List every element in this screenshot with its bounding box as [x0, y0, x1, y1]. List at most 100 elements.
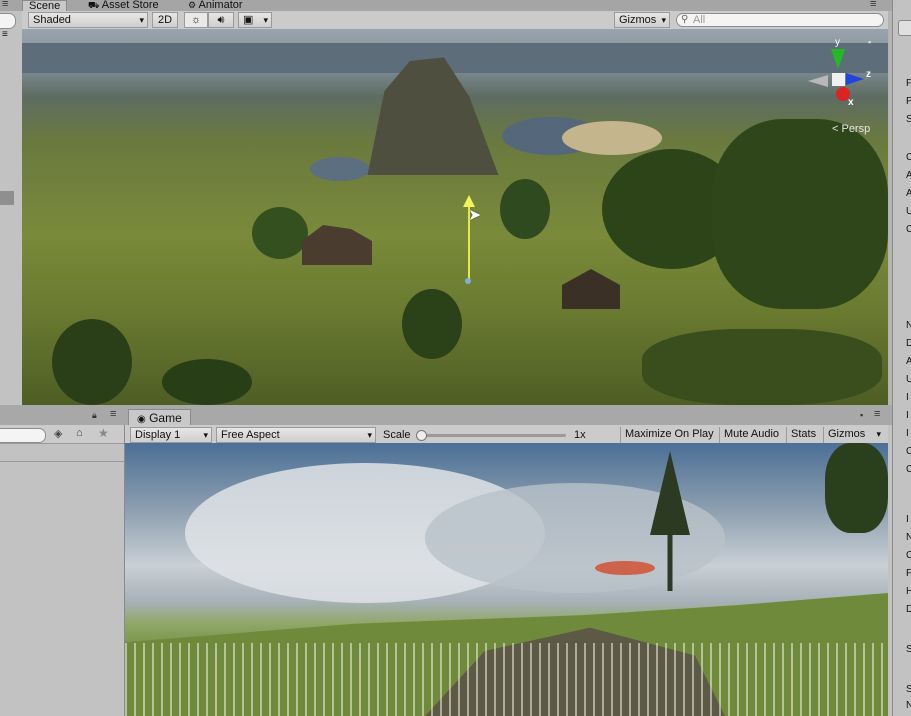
inspector-label-fragment: U	[906, 374, 911, 385]
gizmo-center-cube[interactable]	[832, 73, 845, 86]
game-controller-icon: ◉	[137, 414, 146, 425]
project-menu-icon[interactable]: ≡	[110, 408, 116, 420]
game-viewport[interactable]	[125, 443, 888, 716]
aspect-dropdown[interactable]: Free Aspect	[216, 427, 376, 443]
gizmo-x-label: x	[848, 97, 854, 108]
inspector-label-fragment: I	[906, 428, 909, 439]
hierarchy-panel-edge: ≡	[0, 11, 23, 405]
inspector-label-fragment: H	[906, 586, 911, 597]
audio-toggle[interactable]: 🔊︎	[208, 12, 234, 28]
inspector-label-fragment: P	[906, 96, 911, 107]
asset-store-tab-label: Asset Store	[101, 0, 159, 11]
gizmo-z-cone[interactable]	[846, 73, 864, 85]
search-icon: ⚲	[681, 14, 689, 25]
scene-house	[562, 269, 620, 309]
inspector-label-fragment: S	[906, 644, 911, 655]
inspector-label-fragment: U	[906, 206, 911, 217]
inspector-label-fragment: C	[906, 152, 911, 163]
gizmo-persp-label[interactable]: < Persp	[832, 123, 870, 135]
scene-tree	[712, 119, 888, 309]
mode-2d-toggle[interactable]: 2D	[152, 12, 178, 28]
inspector-label-fragment: I	[906, 514, 909, 525]
filter-by-label-icon[interactable]: ⌂	[76, 427, 83, 439]
scene-scrollbar[interactable]	[888, 11, 892, 405]
scene-pond-left	[310, 157, 370, 181]
project-panel: ◈ ⌂ ★	[0, 425, 125, 716]
shading-mode-dropdown[interactable]: Shaded	[28, 12, 148, 28]
scene-gizmos-label: Gizmos	[619, 14, 657, 26]
scene-tree	[402, 289, 462, 359]
inspector-label-fragment: I	[906, 410, 909, 421]
inspector-label-fragment: A	[906, 356, 911, 367]
animator-tab-label: Animator	[198, 0, 243, 11]
speaker-icon: 🔊︎	[217, 14, 225, 26]
window-menu-icon[interactable]: ≡	[870, 0, 876, 10]
inspector-label-fragment: I	[906, 392, 909, 403]
inspector-label-fragment: N	[906, 320, 911, 331]
inspector-label-fragment: F	[906, 568, 911, 579]
project-lock-icon[interactable]: 🔒︎	[92, 410, 97, 421]
inspector-label-fragment: C	[906, 464, 911, 475]
aspect-label: Free Aspect	[221, 429, 280, 441]
scene-search-placeholder: All	[693, 14, 706, 26]
lock-icon[interactable]: ▪	[868, 37, 871, 47]
scale-label: Scale	[383, 429, 411, 441]
shopping-cart-icon: ⛟	[88, 0, 100, 10]
scale-slider-track[interactable]	[420, 434, 566, 437]
filter-by-type-icon[interactable]: ◈	[54, 427, 62, 440]
inspector-label-fragment: A	[906, 170, 911, 181]
game-gizmos-label: Gizmos	[828, 428, 866, 440]
project-search-input[interactable]	[0, 428, 46, 443]
inspector-label-fragment: S	[906, 684, 911, 695]
gizmo-y-cone[interactable]	[831, 49, 845, 69]
inspector-tab-icon[interactable]	[898, 20, 911, 36]
sun-icon: ☼	[190, 14, 202, 26]
inspector-label-fragment: D	[906, 604, 911, 615]
inspector-label-fragment: N	[906, 532, 911, 543]
tab-game[interactable]: ◉ Game	[128, 409, 191, 426]
game-menu-icon[interactable]: ≡	[874, 408, 880, 420]
mute-audio-label: Mute Audio	[724, 428, 780, 440]
project-list-divider	[0, 461, 124, 462]
game-flowers	[595, 561, 655, 575]
inspector-label-fragment: F	[906, 78, 911, 89]
scene-tree	[52, 319, 132, 405]
effects-dropdown[interactable]: ▣	[238, 12, 272, 28]
scene-lake	[22, 43, 888, 73]
scene-viewport[interactable]: ➤ y z x < Persp ▪	[22, 29, 888, 405]
scene-gizmos-dropdown[interactable]: Gizmos	[614, 12, 670, 28]
gizmo-neg-x-cone[interactable]	[808, 75, 828, 87]
mode-2d-label: 2D	[157, 14, 173, 26]
scale-value: 1x	[574, 429, 586, 441]
move-gizmo-origin[interactable]	[465, 278, 471, 284]
lighting-toggle[interactable]: ☼	[184, 12, 208, 28]
tab-asset-store[interactable]: ⛟ Asset Store	[82, 0, 165, 11]
scene-tree	[642, 329, 882, 405]
inspector-label-fragment: C	[906, 446, 911, 457]
hierarchy-search-field[interactable]	[0, 13, 16, 29]
scale-slider-thumb[interactable]	[416, 430, 427, 441]
shading-mode-label: Shaded	[33, 14, 71, 26]
maximize-on-play-toggle[interactable]: Maximize On Play	[621, 427, 719, 443]
stats-toggle[interactable]: Stats	[787, 427, 823, 443]
scene-search-input[interactable]: ⚲ All	[676, 13, 884, 27]
hamburger-icon[interactable]: ≡	[2, 0, 8, 10]
gizmo-y-label: y	[835, 37, 840, 48]
scene-tree	[500, 179, 550, 239]
game-grass	[125, 643, 888, 716]
tab-animator[interactable]: ⚙ Animator	[182, 0, 249, 11]
favorite-star-icon[interactable]: ★	[98, 426, 109, 440]
inspector-label-fragment: C	[906, 224, 911, 235]
mute-audio-toggle[interactable]: Mute Audio	[720, 427, 786, 443]
scene-house	[302, 225, 372, 265]
maximize-on-play-label: Maximize On Play	[625, 428, 714, 440]
orientation-gizmo[interactable]: y z x < Persp	[802, 37, 882, 147]
display-dropdown[interactable]: Display 1	[130, 427, 212, 443]
game-lock-icon[interactable]: ▪	[860, 410, 863, 420]
game-gizmos-dropdown[interactable]: Gizmos	[824, 427, 884, 443]
inspector-label-fragment: S	[906, 114, 911, 125]
hierarchy-selection-marker	[0, 191, 14, 205]
hierarchy-menu-icon[interactable]: ≡	[2, 29, 8, 40]
scene-beach	[562, 121, 662, 155]
inspector-label-fragment: A	[906, 188, 911, 199]
